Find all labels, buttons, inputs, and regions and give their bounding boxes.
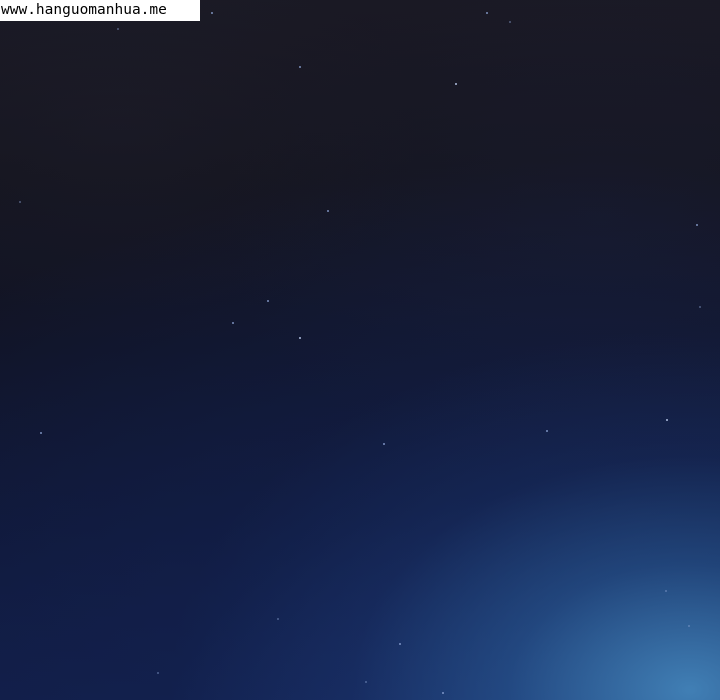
star	[299, 337, 301, 339]
star	[546, 430, 548, 432]
watermark-url: www.hanguomanhua.me	[0, 0, 200, 21]
star	[327, 210, 329, 212]
star	[688, 625, 690, 627]
star	[211, 12, 213, 14]
star	[157, 672, 159, 674]
star	[486, 12, 488, 14]
star	[455, 83, 457, 85]
star	[509, 21, 511, 23]
star	[665, 590, 667, 592]
star	[117, 28, 119, 30]
star	[19, 201, 21, 203]
star	[40, 432, 42, 434]
star	[442, 692, 444, 694]
star	[365, 681, 367, 683]
star	[267, 300, 269, 302]
star	[399, 643, 401, 645]
star	[666, 419, 668, 421]
star	[232, 322, 234, 324]
star	[383, 443, 385, 445]
star	[277, 618, 279, 620]
star	[696, 224, 698, 226]
night-sky-background: www.hanguomanhua.me	[0, 0, 720, 700]
star	[699, 306, 701, 308]
star	[299, 66, 301, 68]
sky-haze	[0, 0, 720, 700]
